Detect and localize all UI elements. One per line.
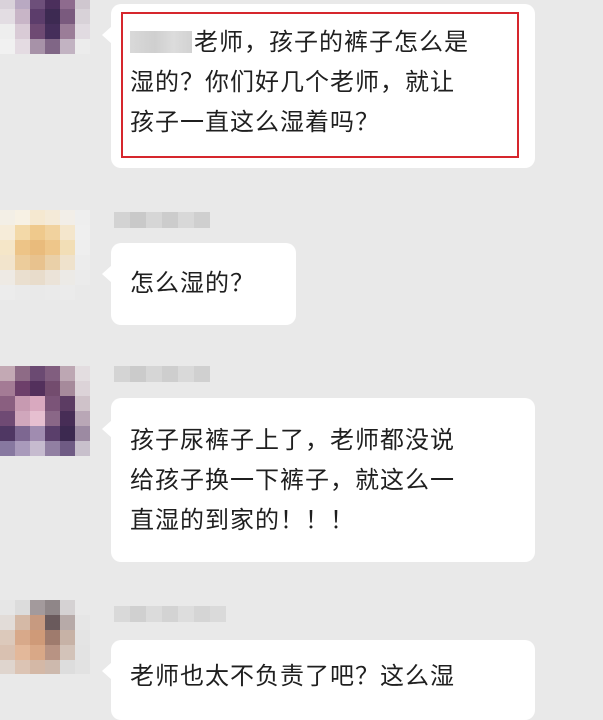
sender-name-blurred	[114, 606, 226, 622]
message-bubble[interactable]: 怎么湿的？	[102, 243, 296, 325]
avatar[interactable]	[0, 366, 90, 458]
sender-name-blurred	[114, 366, 210, 382]
avatar[interactable]	[0, 0, 90, 56]
highlight-box	[121, 12, 519, 158]
avatar[interactable]	[0, 600, 90, 674]
sender-name-blurred	[114, 212, 210, 228]
message-line: 老师也太不负责了吧？这么湿	[130, 662, 455, 690]
message-bubble[interactable]: 老师也太不负责了吧？这么湿	[102, 640, 535, 720]
message-line: 孩子尿裤子上了，老师都没说	[130, 426, 455, 454]
message-line: 怎么湿的？	[130, 269, 255, 297]
chat-window: 老师，孩子的裤子怎么是 湿的？你们好几个老师，就让 孩子一直这么湿着吗？ 怎么湿…	[0, 0, 603, 720]
message-line: 给孩子换一下裤子，就这么一	[130, 466, 455, 494]
message-line: 直湿的到家的！！！	[130, 506, 355, 534]
message-bubble[interactable]: 孩子尿裤子上了，老师都没说 给孩子换一下裤子，就这么一 直湿的到家的！！！	[102, 398, 535, 562]
avatar[interactable]	[0, 210, 90, 300]
